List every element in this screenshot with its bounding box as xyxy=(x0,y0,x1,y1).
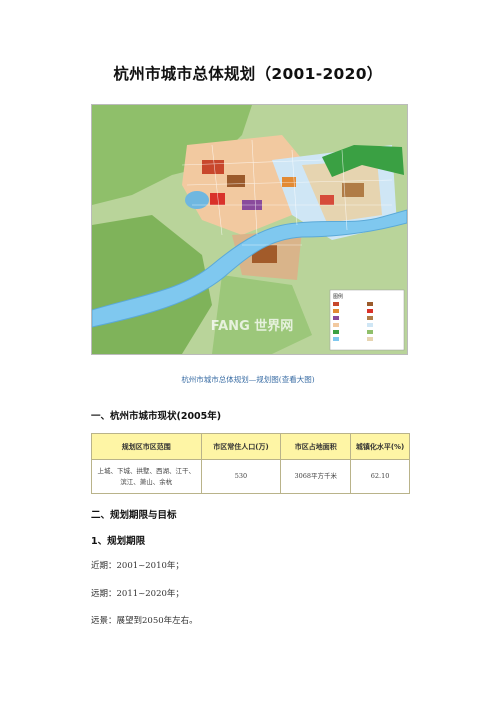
watermark: FANG 世界网 xyxy=(211,318,294,334)
table-cell-area: 上城、下城、拱墅、西湖、江干、 滨江、萧山、余杭 xyxy=(91,459,202,494)
period-line-far: 远期：2011~2020年； xyxy=(91,589,184,599)
table-header-cell: 市区常住人口(万) xyxy=(200,433,282,460)
table-header-cell: 规划区市区范围 xyxy=(91,433,202,460)
section2-subheading: 1、规划期限 xyxy=(91,536,146,547)
table-header-cell: 城镇化水平(%) xyxy=(350,433,410,460)
section1-heading: 一、杭州市城市现状(2005年) xyxy=(91,411,222,422)
table-cell-population: 530 xyxy=(200,459,282,494)
area-line-1: 上城、下城、拱墅、西湖、江干、 xyxy=(97,466,196,475)
section2-heading: 二、规划期限与目标 xyxy=(91,510,177,521)
table-header-row: 规划区市区范围 市区常住人口(万) 市区占地面积 城镇化水平(%) xyxy=(91,433,410,460)
status-table: 规划区市区范围 市区常住人口(万) 市区占地面积 城镇化水平(%) 上城、下城、… xyxy=(91,433,410,494)
planning-map-image[interactable]: 图例 FANG 世界网 xyxy=(91,104,408,355)
period-line-vision: 远景：展望到2050年左右。 xyxy=(91,616,198,626)
period-line-near: 近期：2001~2010年； xyxy=(91,561,184,571)
map-caption-link[interactable]: 杭州市城市总体规划—规划图(查看大图) xyxy=(0,374,496,385)
table-header-cell: 市区占地面积 xyxy=(280,433,352,460)
table-cell-urbanization: 62.10 xyxy=(350,459,410,494)
table-cell-land: 3068平方千米 xyxy=(280,459,352,494)
page-title: 杭州市城市总体规划（2001-2020） xyxy=(113,65,383,83)
area-line-2: 滨江、萧山、余杭 xyxy=(120,477,173,486)
map-legend-title: 图例 xyxy=(333,293,343,300)
map-graphic: 图例 FANG 世界网 xyxy=(92,105,407,354)
table-row: 上城、下城、拱墅、西湖、江干、 滨江、萧山、余杭 530 3068平方千米 62… xyxy=(91,459,410,494)
